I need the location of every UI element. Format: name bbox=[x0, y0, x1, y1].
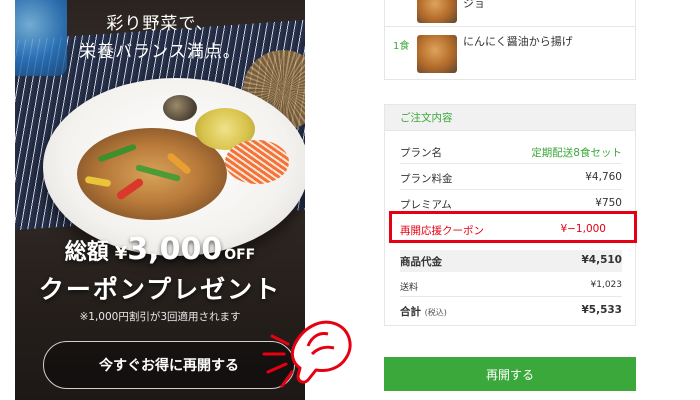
row-value: ¥1,023 bbox=[590, 280, 623, 290]
list-item[interactable]: 1食 にんにく醤油から揚げ bbox=[385, 29, 635, 73]
divider bbox=[400, 296, 622, 297]
eggplant-image bbox=[163, 95, 197, 121]
plan-name-value: 定期配送8食セット bbox=[531, 147, 622, 159]
pointing-hand-icon bbox=[262, 320, 352, 388]
row-label: 送料 bbox=[400, 283, 419, 293]
amount-currency: ¥ bbox=[114, 243, 128, 264]
headline-line2: 栄養バランス満点。 bbox=[79, 42, 241, 62]
row-value: ¥4,760 bbox=[585, 171, 622, 183]
row-label: 合計 bbox=[400, 306, 421, 318]
dish-thumbnail bbox=[417, 35, 457, 73]
amount-value: 3,000 bbox=[127, 232, 223, 267]
item-quantity: 1食 bbox=[393, 41, 410, 52]
dish-thumbnail bbox=[417, 0, 457, 23]
row-label: プラン名 bbox=[400, 147, 442, 159]
shipping-row: 送料 ¥1,023 bbox=[400, 280, 622, 293]
coupon-highlight-box bbox=[389, 211, 637, 243]
resume-button[interactable]: 再開する bbox=[384, 357, 636, 391]
item-name: にんにく醤油から揚げ bbox=[463, 35, 573, 48]
premium-row: プレミアム ¥750 bbox=[400, 197, 622, 212]
row-value: ¥5,533 bbox=[581, 304, 622, 316]
amount-prefix: 総額 bbox=[64, 240, 109, 265]
row-value: ¥4,510 bbox=[581, 254, 622, 266]
row-label: プレミアム bbox=[400, 199, 452, 211]
plan-name-row: プラン名 定期配送8食セット bbox=[400, 145, 622, 160]
carrot-salad-image bbox=[225, 140, 289, 184]
coupon-headline: クーポンプレゼント bbox=[38, 275, 282, 304]
row-value: ¥750 bbox=[595, 197, 622, 209]
order-summary-header: ご注文内容 bbox=[385, 105, 635, 131]
screenshot-canvas: 彩り野菜で、 栄養バランス満点。 総額 ¥3,000 OFF クーポンプレゼント ※… bbox=[0, 0, 700, 400]
row-label: 商品代金 bbox=[400, 256, 442, 268]
divider bbox=[385, 26, 635, 27]
discount-amount: 総額 ¥3,000 OFF bbox=[15, 232, 305, 267]
amount-suffix: OFF bbox=[224, 247, 256, 263]
plan-fee-row: プラン料金 ¥4,760 bbox=[400, 171, 622, 186]
total-row: 合計 (税込) ¥5,533 bbox=[400, 304, 622, 319]
menu-items-card: ジョ 1食 にんにく醤油から揚げ bbox=[384, 0, 636, 80]
divider bbox=[400, 189, 622, 190]
order-panel: ジョ 1食 にんにく醤油から揚げ ご注文内容 プラン名 定期配送8食セット プラ… bbox=[384, 0, 636, 400]
tax-note: (税込) bbox=[424, 308, 447, 317]
divider bbox=[400, 163, 622, 164]
headline-line1: 彩り野菜で、 bbox=[106, 14, 214, 34]
subtotal-row: 商品代金 ¥4,510 bbox=[400, 254, 622, 269]
row-label: プラン料金 bbox=[400, 173, 453, 185]
item-name: ジョ bbox=[463, 0, 485, 10]
